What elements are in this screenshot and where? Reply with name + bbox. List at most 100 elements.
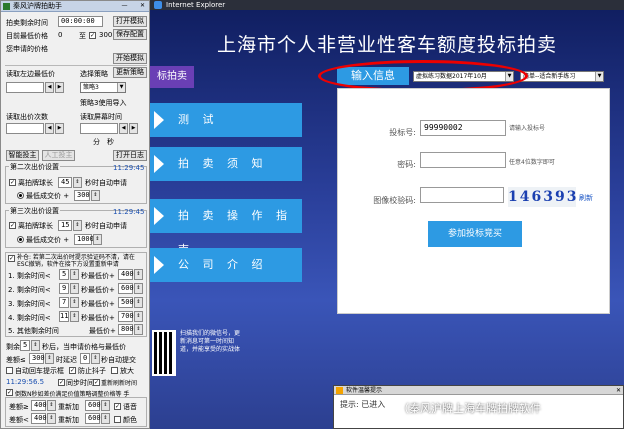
spin-down-icon[interactable]: ▶ — [55, 82, 64, 93]
spinner-icon[interactable]: ⇕ — [73, 220, 82, 231]
countdown-checkbox[interactable]: ✓ — [6, 389, 13, 396]
third-lowest-radio[interactable] — [17, 236, 24, 243]
spinner-icon[interactable]: ⇕ — [70, 283, 79, 294]
open-log-button[interactable]: 打开日志 — [113, 150, 147, 161]
refresh-time-checkbox[interactable]: ✓ — [93, 379, 100, 386]
spinner-icon[interactable]: ⇕ — [73, 177, 82, 188]
third-lowest-input[interactable]: 1000 — [74, 234, 94, 245]
smart-bid-button[interactable]: 智能投主 — [6, 150, 39, 161]
start-sim-button[interactable]: 开始模拟 — [113, 53, 147, 64]
close-icon[interactable]: ✕ — [138, 2, 147, 10]
second-auto-input[interactable]: 45 — [58, 177, 72, 188]
spinner-icon[interactable]: ⇕ — [93, 234, 102, 245]
zoom-label: 放大 — [120, 367, 134, 375]
read-left-price-input[interactable] — [6, 82, 44, 93]
spinner-icon[interactable]: ⇕ — [134, 269, 143, 280]
diff-row1-mid: 重新加 — [58, 403, 79, 411]
captcha-image[interactable]: 146393 — [508, 187, 576, 207]
diff-input[interactable]: 300 — [29, 353, 45, 364]
nav-auction-notice[interactable]: 拍 卖 须 知 — [150, 147, 302, 181]
color-checkbox[interactable] — [114, 416, 121, 423]
diff-row1-v1[interactable]: 400 — [31, 400, 47, 411]
auction-header-tab[interactable]: 标拍卖 — [150, 66, 194, 88]
spinner-icon[interactable]: ⇕ — [47, 400, 56, 411]
spinner-icon[interactable]: ⇕ — [70, 297, 79, 308]
minute-label: 分 — [93, 138, 100, 146]
row2-sec-input[interactable]: 9 — [59, 283, 69, 294]
nav-operation-guide[interactable]: 拍 卖 操 作 指 南 — [150, 199, 302, 256]
password-label: 密码: — [397, 160, 416, 169]
voice-checkbox[interactable]: ✓ — [114, 403, 121, 410]
second-lowest-label: 最低成交价 + — [26, 192, 70, 200]
nav-test[interactable]: 测 试 — [150, 103, 302, 137]
delay-input[interactable]: 0 — [80, 353, 90, 364]
row3-sec-input[interactable]: 7 — [59, 297, 69, 308]
spinner-icon[interactable]: ⇕ — [101, 413, 110, 424]
password-input[interactable] — [420, 152, 506, 168]
spinner-icon[interactable]: ⇕ — [70, 311, 79, 322]
update-policy-button[interactable]: 更新策略 — [113, 67, 147, 78]
range-checkbox[interactable]: ✓ — [89, 32, 96, 39]
row4-price-input[interactable]: 700 — [118, 311, 134, 322]
spin-down-icon[interactable]: ▶ — [55, 123, 64, 134]
join-bid-button[interactable]: 参加投标竞买 — [428, 221, 522, 247]
open-sim-button[interactable]: 打开模拟 — [113, 16, 147, 27]
spin-down-icon[interactable]: ▶ — [129, 123, 138, 134]
spinner-icon[interactable]: ⇕ — [134, 283, 143, 294]
sync-time-checkbox[interactable]: ✓ — [58, 379, 65, 386]
bid-number-input[interactable]: 99990002 — [420, 120, 506, 136]
row1-price-input[interactable]: 400 — [118, 269, 134, 280]
second-label: 秒 — [107, 138, 114, 146]
spin-up-icon[interactable]: ◀ — [45, 123, 54, 134]
nav-company-label: 公 司 介 绍 — [178, 258, 268, 271]
second-auto-checkbox[interactable]: ✓ — [9, 179, 16, 186]
spinner-icon[interactable]: ⇕ — [70, 269, 79, 280]
diff-row2-v1[interactable]: 400 — [31, 413, 47, 424]
spinner-icon[interactable]: ⇕ — [91, 353, 100, 364]
close-icon[interactable]: ✕ — [616, 386, 621, 395]
color-label: 颜色 — [123, 416, 137, 424]
second-lowest-input[interactable]: 300 — [74, 190, 90, 201]
zoom-checkbox[interactable] — [111, 367, 118, 374]
app-icon — [3, 3, 10, 10]
spinner-icon[interactable]: ⇕ — [47, 413, 56, 424]
policy-select-value: 策略3 — [83, 84, 99, 91]
manual-bid-button[interactable]: 人工投主 — [42, 150, 75, 161]
third-auto-checkbox[interactable]: ✓ — [9, 222, 16, 229]
spinner-icon[interactable]: ⇕ — [134, 324, 143, 335]
spinner-icon[interactable]: ⇕ — [45, 353, 54, 364]
row3-price-input[interactable]: 500 — [118, 297, 134, 308]
second-bid-time: 11:29:45 — [113, 164, 145, 172]
spin-up-icon[interactable]: ◀ — [119, 123, 128, 134]
bid-number-label: 投标号: — [389, 128, 416, 137]
spinner-icon[interactable]: ⇕ — [101, 400, 110, 411]
captcha-refresh-link[interactable]: 刷新 — [579, 193, 593, 203]
remaining-sec-input[interactable]: 5 — [20, 340, 30, 351]
row4-sec-input[interactable]: 11 — [59, 311, 69, 322]
policy-select[interactable]: 策略3 ▼ — [80, 82, 126, 93]
captcha-input[interactable] — [420, 187, 504, 203]
spinner-icon[interactable]: ⇕ — [134, 311, 143, 322]
to-label: 至 — [79, 32, 86, 40]
spin-up-icon[interactable]: ◀ — [45, 82, 54, 93]
third-auto-input[interactable]: 15 — [58, 220, 72, 231]
auto-enter-checkbox[interactable] — [6, 367, 13, 374]
row5-price-input[interactable]: 800 — [118, 324, 134, 335]
minimize-icon[interactable]: — — [120, 2, 129, 10]
diff-row2-v2[interactable]: 600 — [85, 413, 101, 424]
read-screen-time-input[interactable] — [80, 123, 118, 134]
supplement-checkbox[interactable]: ✓ — [8, 255, 15, 262]
row2-price-input[interactable]: 600 — [118, 283, 134, 294]
spinner-icon[interactable]: ⇕ — [91, 190, 100, 201]
practice-mode-select[interactable]: 简单--适合新手练习 ▼ — [520, 71, 604, 82]
anti-shake-checkbox[interactable]: ✓ — [69, 367, 76, 374]
spinner-icon[interactable]: ⇕ — [31, 340, 40, 351]
browser-titlebar: Internet Explorer — [150, 0, 624, 10]
save-config-button[interactable]: 保存配置 — [113, 29, 147, 40]
second-lowest-radio[interactable] — [17, 192, 24, 199]
row1-sec-input[interactable]: 5 — [59, 269, 69, 280]
nav-company-intro[interactable]: 公 司 介 绍 — [150, 248, 302, 282]
diff-row1-v2[interactable]: 600 — [85, 400, 101, 411]
spinner-icon[interactable]: ⇕ — [134, 297, 143, 308]
read-bid-count-input[interactable] — [6, 123, 44, 134]
